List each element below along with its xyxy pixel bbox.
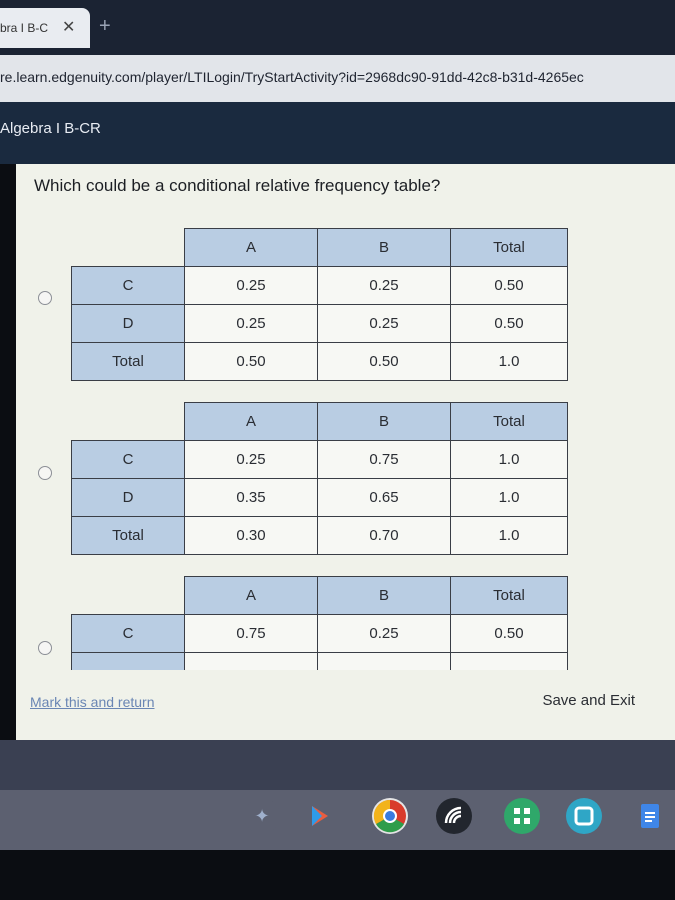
table-cell: 0.25 xyxy=(184,304,318,343)
column-header: B xyxy=(317,228,451,267)
table-cell: 0.25 xyxy=(317,304,451,343)
row-header: C xyxy=(71,440,185,479)
table-row: Total 0.30 0.70 1.0 xyxy=(71,516,568,555)
course-title: Algebra I B-CR xyxy=(0,120,101,137)
row-header: D xyxy=(71,478,185,517)
address-bar[interactable]: re.learn.edgenuity.com/player/LTILogin/T… xyxy=(0,55,675,102)
table-cell: 0.50 xyxy=(450,614,568,653)
option-1-radio[interactable] xyxy=(38,291,52,305)
table-cell: 0.25 xyxy=(317,266,451,305)
course-header: Algebra I B-CR xyxy=(0,102,675,164)
save-and-exit-button[interactable]: Save and Exit xyxy=(542,692,635,709)
files-icon[interactable] xyxy=(566,798,602,834)
table-cell: 1.0 xyxy=(450,478,568,517)
table-cell: 1.0 xyxy=(450,440,568,479)
option-2-table: A B Total C 0.25 0.75 1.0 D 0.35 0.65 1.… xyxy=(71,402,568,555)
column-header: A xyxy=(184,576,318,615)
column-header: A xyxy=(184,402,318,441)
table-cell: 0.25 xyxy=(317,614,451,653)
close-icon[interactable]: ✕ xyxy=(62,17,75,37)
table-row: C 0.25 0.75 1.0 xyxy=(71,440,568,479)
table-corner xyxy=(72,403,185,441)
row-header: C xyxy=(71,614,185,653)
activity-panel: Which could be a conditional relative fr… xyxy=(16,164,675,740)
wifi-app-icon[interactable] xyxy=(436,798,472,834)
mark-and-return-link[interactable]: Mark this and return xyxy=(30,694,155,710)
column-header: B xyxy=(317,576,451,615)
new-tab-button[interactable]: + xyxy=(99,15,111,38)
table-cell: 0.35 xyxy=(184,478,318,517)
row-header: C xyxy=(71,266,185,305)
option-3-table: A B Total C 0.75 0.25 0.50 xyxy=(71,576,568,670)
column-header: Total xyxy=(450,576,568,615)
chrome-icon[interactable] xyxy=(372,798,408,834)
table-cell: 0.75 xyxy=(317,440,451,479)
table-cell: 0.75 xyxy=(184,614,318,653)
column-header: Total xyxy=(450,228,568,267)
scroll-viewport[interactable]: A B Total C 0.75 0.25 0.50 xyxy=(16,558,675,670)
table-row: Total 0.50 0.50 1.0 xyxy=(71,342,568,381)
url-text[interactable]: re.learn.edgenuity.com/player/LTILogin/T… xyxy=(0,69,584,85)
table-cell: 0.50 xyxy=(184,342,318,381)
table-cell: 1.0 xyxy=(450,516,568,555)
table-cell: 0.25 xyxy=(184,440,318,479)
os-shelf: ✦ xyxy=(0,790,675,850)
table-cell: 0.70 xyxy=(317,516,451,555)
option-1-table: A B Total C 0.25 0.25 0.50 D 0.25 0.25 0… xyxy=(71,228,568,381)
row-header: Total xyxy=(71,342,185,381)
column-header: B xyxy=(317,402,451,441)
table-corner xyxy=(72,229,185,267)
table-row: D 0.25 0.25 0.50 xyxy=(71,304,568,343)
table-cell xyxy=(450,652,568,670)
tab-title: bra I B-C xyxy=(0,21,49,35)
column-header: A xyxy=(184,228,318,267)
table-cell: 0.50 xyxy=(450,304,568,343)
table-cell: 0.25 xyxy=(184,266,318,305)
table-cell: 0.30 xyxy=(184,516,318,555)
row-header: Total xyxy=(71,516,185,555)
browser-tab[interactable]: bra I B-C ✕ xyxy=(0,8,90,48)
table-cell xyxy=(317,652,451,670)
play-store-icon[interactable] xyxy=(302,798,338,834)
page-footer-bar xyxy=(0,740,675,790)
launcher-icon[interactable]: ✦ xyxy=(244,798,280,834)
table-row: C 0.25 0.25 0.50 xyxy=(71,266,568,305)
table-row: C 0.75 0.25 0.50 xyxy=(71,614,568,653)
row-header xyxy=(71,652,185,670)
table-cell xyxy=(184,652,318,670)
apps-grid-icon[interactable] xyxy=(504,798,540,834)
browser-tabstrip: bra I B-C ✕ + xyxy=(0,0,675,55)
option-2-radio[interactable] xyxy=(38,466,52,480)
table-cell: 1.0 xyxy=(450,342,568,381)
table-cell: 0.50 xyxy=(450,266,568,305)
column-header: Total xyxy=(450,402,568,441)
table-cell: 0.50 xyxy=(317,342,451,381)
table-row: D 0.35 0.65 1.0 xyxy=(71,478,568,517)
table-cell: 0.65 xyxy=(317,478,451,517)
table-corner xyxy=(72,577,185,615)
question-text: Which could be a conditional relative fr… xyxy=(34,176,441,195)
row-header: D xyxy=(71,304,185,343)
docs-icon[interactable] xyxy=(632,798,668,834)
